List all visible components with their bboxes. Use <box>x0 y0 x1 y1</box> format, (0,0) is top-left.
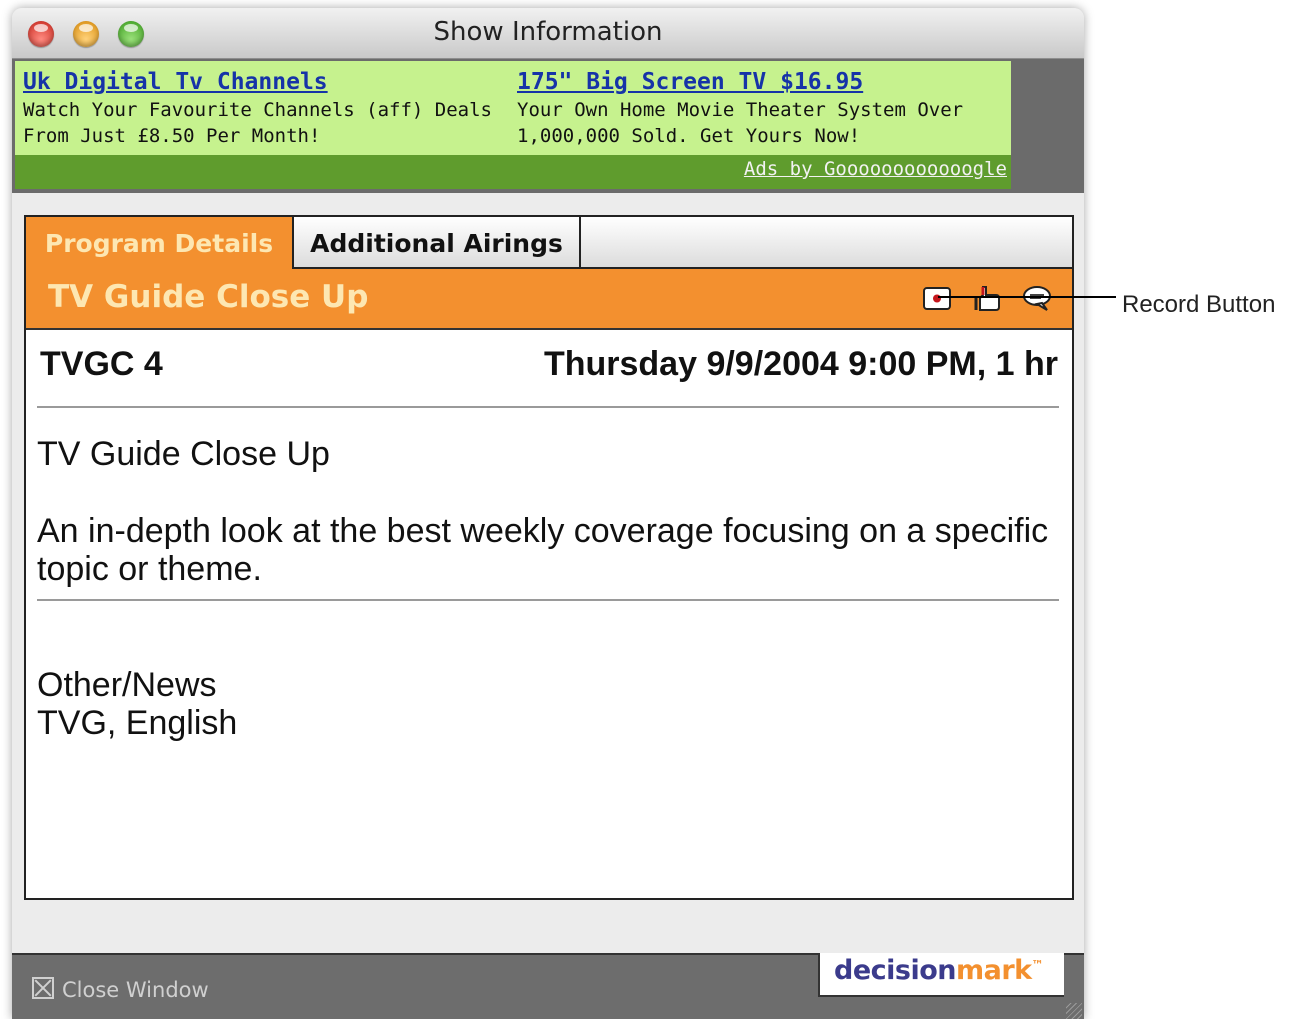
record-icon <box>923 287 951 310</box>
program-rating: TVG, English <box>37 704 238 742</box>
record-button-callout: Record Button <box>1122 291 1276 318</box>
close-window-button[interactable]: Close Window <box>32 977 209 1002</box>
close-box-icon <box>32 977 54 999</box>
callout-line <box>938 296 1116 298</box>
divider <box>37 406 1059 408</box>
comment-button[interactable] <box>1022 283 1052 313</box>
tab-bar-filler <box>581 217 1072 269</box>
show-header: TV Guide Close Up <box>26 269 1072 330</box>
ad-footer-strip: Ads by Goooooooooooogle <box>15 155 1011 189</box>
ad-link-big-screen-tv[interactable]: 175" Big Screen TV $16.95 <box>517 69 997 95</box>
thumbs-button[interactable] <box>972 283 1002 313</box>
logo-text-decision: decision <box>834 955 957 986</box>
divider <box>37 599 1059 601</box>
decisionmark-logo: decisionmark™ <box>834 955 1044 986</box>
tab-program-details[interactable]: Program Details <box>26 217 292 269</box>
title-bar[interactable]: Show Information <box>12 8 1084 59</box>
logo-trademark: ™ <box>1031 958 1044 972</box>
ads-by-google-link[interactable]: Ads by Goooooooooooogle <box>744 158 1007 180</box>
show-info-window: Show Information Uk Digital Tv Channels … <box>12 8 1084 1019</box>
logo-text-mark: mark <box>956 955 1032 986</box>
ad-item: 175" Big Screen TV $16.95 Your Own Home … <box>517 69 997 149</box>
ad-text: Watch Your Favourite Channels (aff) Deal… <box>23 99 492 147</box>
air-time: Thursday 9/9/2004 9:00 PM, 1 hr <box>543 345 1058 383</box>
channel-label: TVGC 4 <box>40 345 163 383</box>
thumb-icon <box>974 286 1000 311</box>
logo-box: decisionmark™ <box>818 953 1064 997</box>
show-title: TV Guide Close Up <box>48 279 369 315</box>
window-footer: Close Window decisionmark™ <box>12 953 1084 1019</box>
program-panel: Program Details Additional Airings TV Gu… <box>24 215 1074 900</box>
chat-icon <box>1023 286 1051 311</box>
resize-grip-icon[interactable] <box>1066 1003 1082 1019</box>
tab-additional-airings[interactable]: Additional Airings <box>292 217 581 269</box>
ad-box: Uk Digital Tv Channels Watch Your Favour… <box>15 61 1011 155</box>
program-description: An in-depth look at the best weekly cove… <box>37 512 1049 588</box>
window-title: Show Information <box>433 17 663 47</box>
ad-link-digital-tv[interactable]: Uk Digital Tv Channels <box>23 69 503 95</box>
close-window-label: Close Window <box>62 978 209 1002</box>
program-name: TV Guide Close Up <box>37 435 330 473</box>
ad-item: Uk Digital Tv Channels Watch Your Favour… <box>23 69 503 149</box>
ad-text: Your Own Home Movie Theater System Over … <box>517 99 964 147</box>
record-button[interactable] <box>922 283 952 313</box>
program-genre: Other/News <box>37 666 217 704</box>
tab-bar: Program Details Additional Airings <box>26 217 1072 269</box>
ad-banner: Uk Digital Tv Channels Watch Your Favour… <box>12 59 1084 193</box>
